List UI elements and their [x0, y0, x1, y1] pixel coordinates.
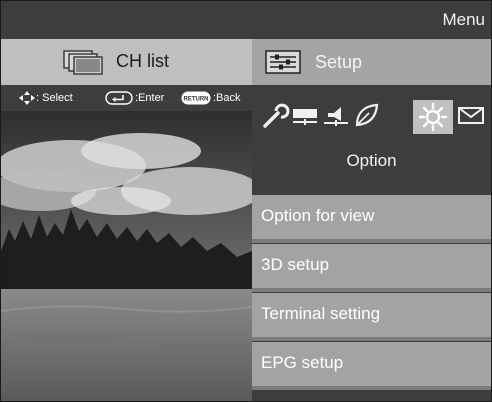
mail-icon[interactable]: [456, 100, 486, 130]
menu-item-option-for-view[interactable]: Option for view: [252, 195, 491, 243]
menu-item-3d-setup[interactable]: 3D setup: [252, 244, 491, 292]
menu-title: Menu: [442, 10, 485, 29]
return-icon: RETURN: [181, 91, 211, 105]
hint-select-label: : Select: [36, 92, 73, 104]
svg-text:RETURN: RETURN: [184, 97, 209, 103]
option-category-tile[interactable]: [413, 100, 453, 134]
landscape-preview-image: [1, 111, 252, 401]
picture-bar-icon[interactable]: [290, 100, 320, 130]
option-gear-icon: [418, 102, 448, 132]
arrows-icon: [19, 91, 35, 105]
tab-ch-list[interactable]: CH list: [1, 39, 252, 85]
tv-stack-icon: [63, 50, 103, 75]
speaker-icon[interactable]: [321, 100, 351, 130]
enter-icon: [105, 91, 133, 105]
tv-menu-screen: Menu CH list Setup : Select:Enter RETUR…: [0, 0, 492, 402]
menu-item-label: 3D setup: [261, 255, 330, 274]
navigation-hint: : Select :Enter RETURN :Back: [1, 85, 252, 111]
wrench-icon[interactable]: [260, 100, 290, 130]
hint-enter-label: :Enter: [135, 92, 165, 104]
menu-item-label: Option for view: [261, 206, 375, 225]
menu-item-epg-setup[interactable]: EPG setup: [252, 342, 491, 390]
menu-item-terminal-setting[interactable]: Terminal setting: [252, 293, 491, 341]
selected-category-label: Option: [346, 151, 397, 170]
sliders-icon: [265, 50, 301, 74]
hint-back-label: :Back: [213, 92, 241, 104]
top-bar: Menu: [1, 1, 491, 39]
menu-item-label: EPG setup: [261, 353, 344, 372]
tab-setup-label: Setup: [315, 52, 363, 72]
menu-item-label: Terminal setting: [261, 304, 381, 323]
setup-category-bar: Option: [252, 85, 491, 195]
leaf-icon[interactable]: [351, 100, 381, 130]
tab-setup[interactable]: Setup: [252, 39, 491, 85]
tab-ch-list-label: CH list: [116, 51, 169, 71]
